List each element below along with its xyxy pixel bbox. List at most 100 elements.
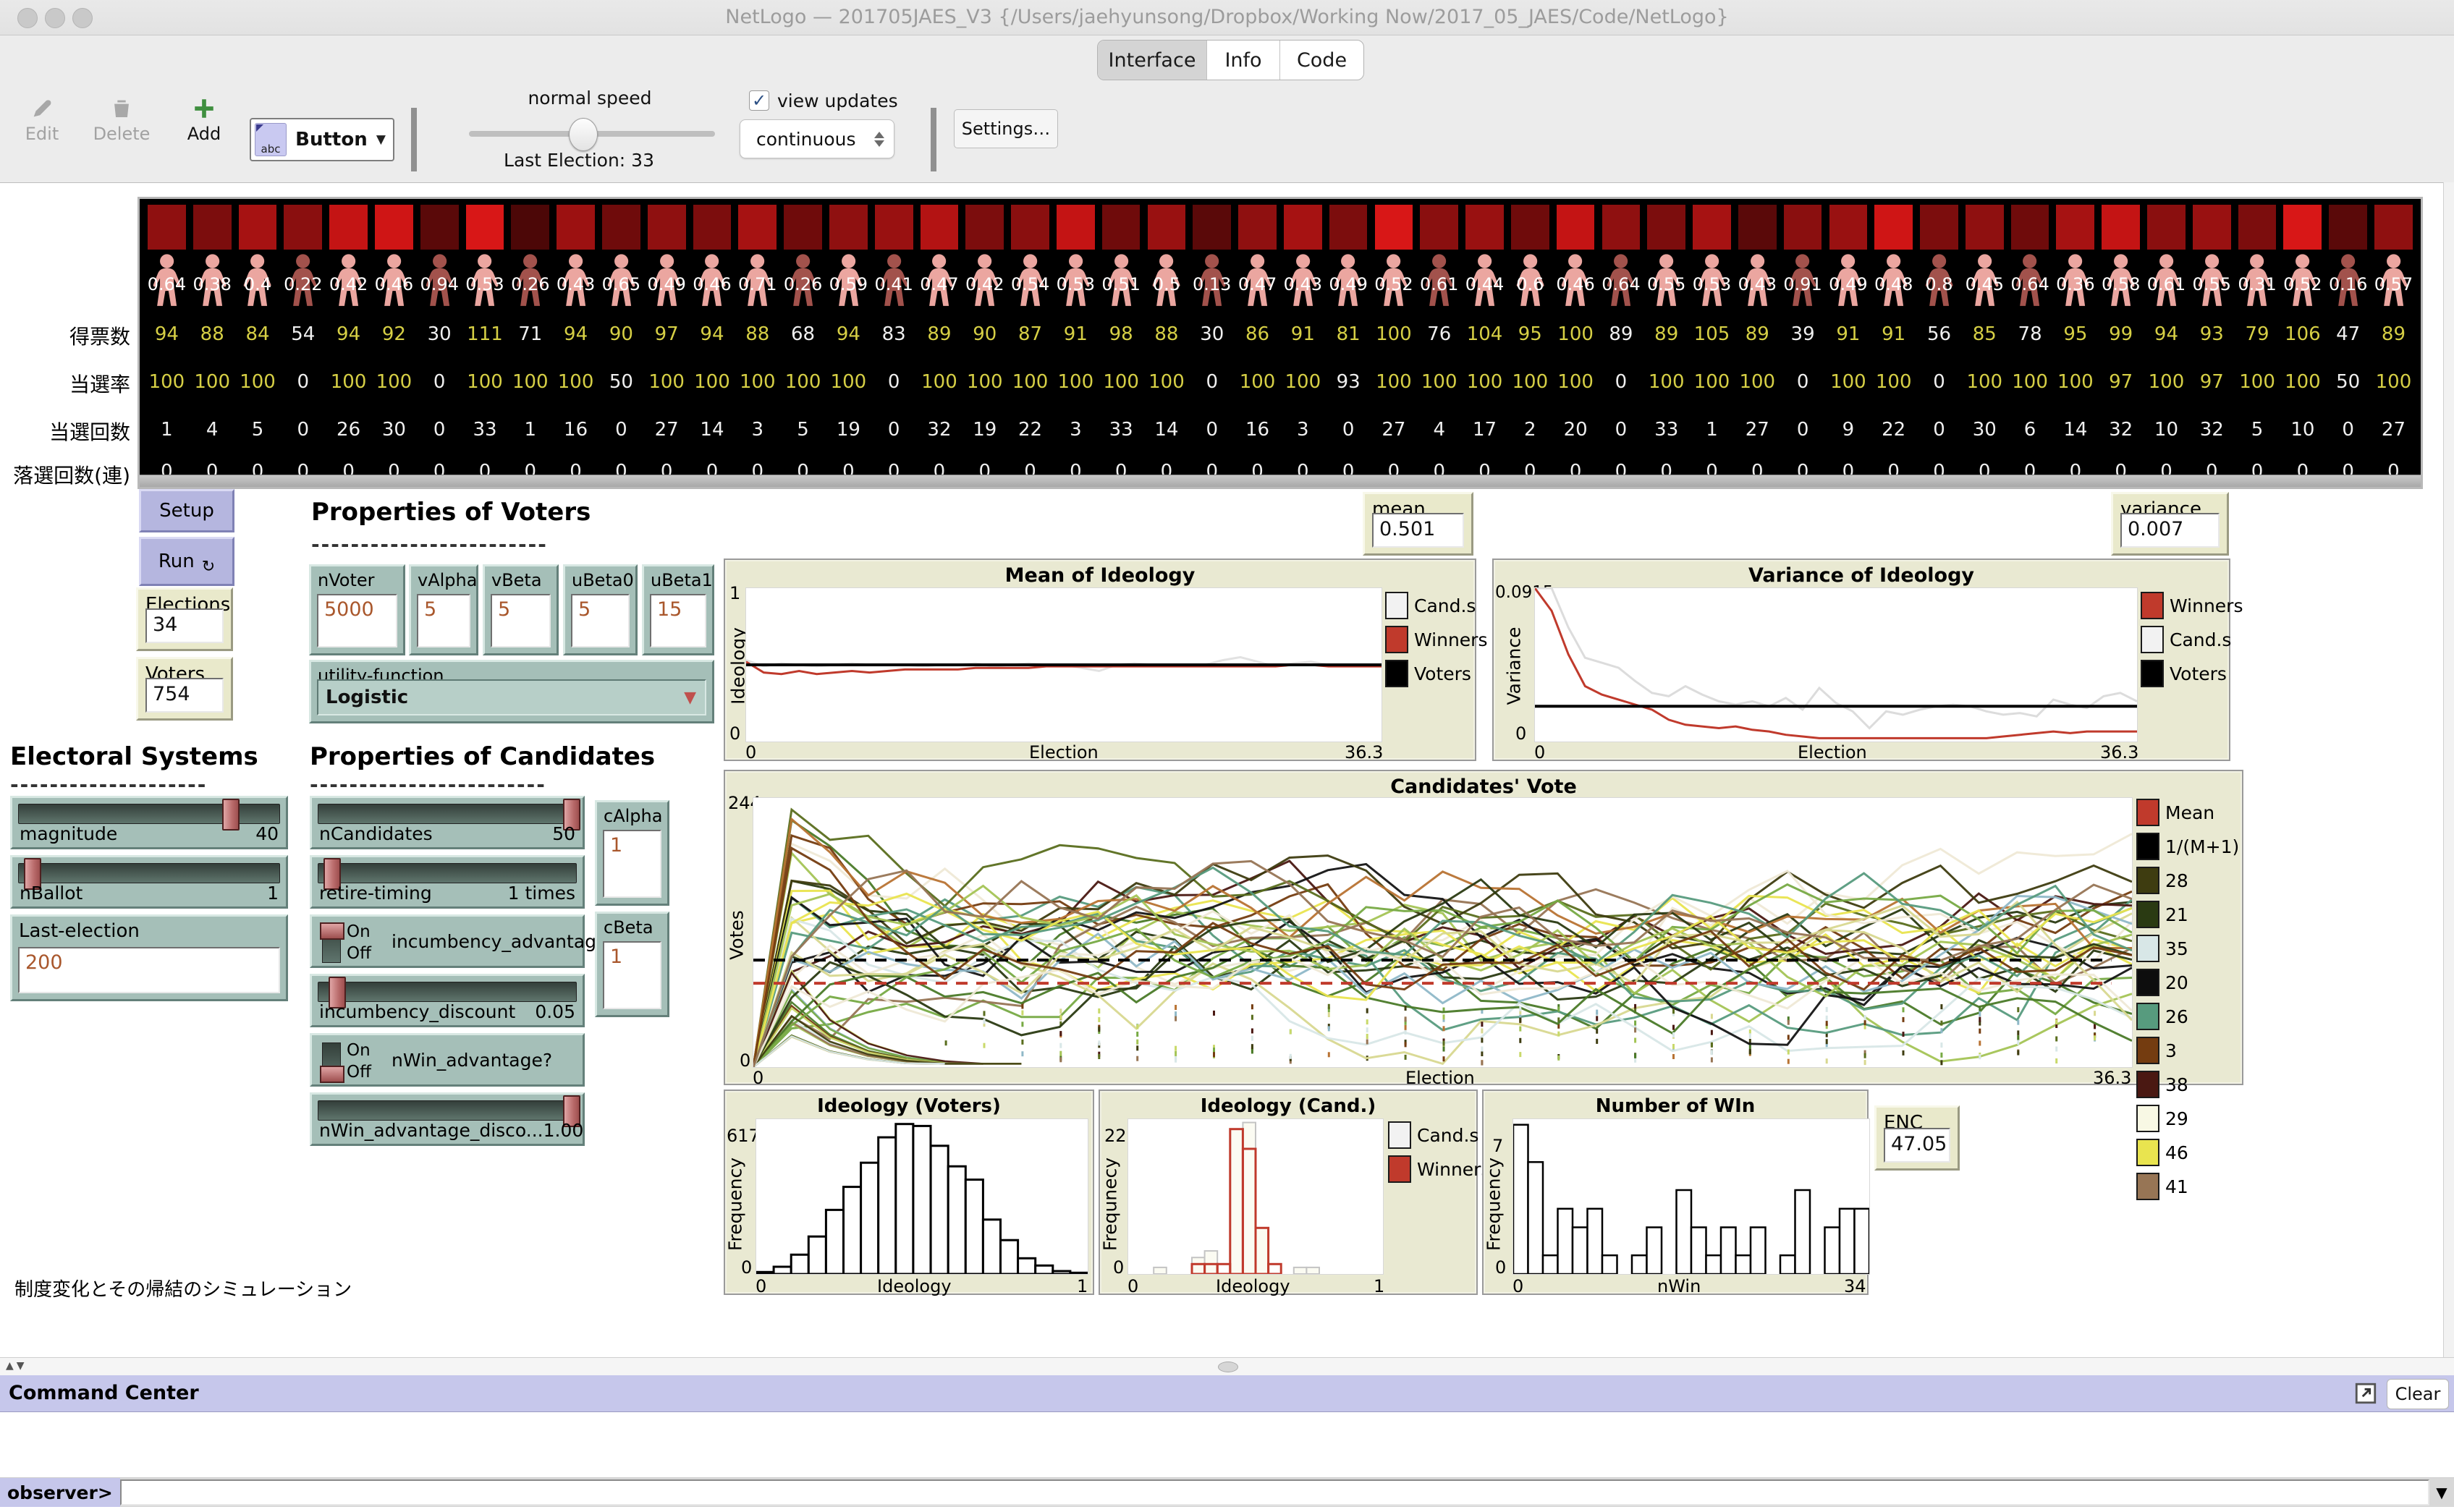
slider-track[interactable] bbox=[318, 804, 577, 824]
input-last-election[interactable]: Last-election 200 bbox=[10, 914, 288, 1001]
history-dropdown-icon[interactable]: ▼ bbox=[2429, 1478, 2454, 1507]
vertical-scrollbar[interactable] bbox=[2443, 182, 2454, 1357]
minimize-window-icon[interactable] bbox=[45, 8, 65, 28]
add-label: Add bbox=[187, 124, 221, 144]
input-ubeta0[interactable]: uBeta0 5 bbox=[563, 564, 638, 655]
plot-title: Variance of Ideology bbox=[1494, 564, 2229, 587]
run-button[interactable]: Run ↻ bbox=[139, 537, 234, 586]
input-value-box[interactable]: 5 bbox=[417, 594, 470, 647]
slider-label: magnitude bbox=[20, 823, 117, 844]
patch-square bbox=[2011, 205, 2049, 250]
input-value-box[interactable]: 5 bbox=[491, 594, 551, 647]
patch-square bbox=[1511, 205, 1549, 250]
clear-button[interactable]: Clear bbox=[2387, 1379, 2449, 1409]
world-view[interactable]: 0.6494100100.3888100400.484100500.225400… bbox=[137, 197, 2423, 489]
input-value-box[interactable]: 1 bbox=[603, 830, 661, 898]
input-ubeta1[interactable]: uBeta1 15 bbox=[642, 564, 714, 655]
input-value-box[interactable]: 5000 bbox=[317, 594, 397, 647]
tab-info[interactable]: Info bbox=[1207, 41, 1280, 80]
agent-columns: 0.6494100100.3888100400.484100500.225400… bbox=[144, 199, 2416, 475]
legend-item: Voters bbox=[2141, 660, 2243, 687]
chooser-utility-function[interactable]: utility-function Logistic ▼ bbox=[309, 660, 714, 723]
slider-nballot[interactable]: nBallot1 bbox=[10, 855, 288, 909]
view-updates-checkbox[interactable]: ✓ bbox=[749, 90, 769, 111]
slider-nwin-advantage-discount[interactable]: nWin_advantage_disco...1.00 bbox=[310, 1092, 585, 1146]
legend-item: 29 bbox=[2136, 1105, 2239, 1132]
switch-track[interactable] bbox=[322, 1042, 341, 1082]
tab-code[interactable]: Code bbox=[1280, 41, 1363, 80]
switch-handle[interactable] bbox=[320, 922, 344, 940]
patch-square bbox=[2329, 205, 2367, 250]
slider-track[interactable] bbox=[18, 804, 280, 824]
patch-square bbox=[511, 205, 549, 250]
legend-label: Cand.s bbox=[2170, 629, 2231, 650]
patch-square bbox=[148, 205, 186, 250]
slider-label: nWin_advantage_disco... bbox=[319, 1120, 543, 1141]
edit-button[interactable]: Edit bbox=[13, 96, 71, 144]
zoom-window-icon[interactable] bbox=[72, 8, 93, 28]
slider-value: 1.00 bbox=[543, 1120, 584, 1141]
row-label-lose-streak: 落選回数(連) bbox=[0, 460, 130, 489]
slider-magnitude[interactable]: magnitude40 bbox=[10, 796, 288, 849]
command-center-output[interactable] bbox=[0, 1412, 2454, 1478]
delete-button[interactable]: Delete bbox=[85, 96, 158, 144]
slider-track[interactable] bbox=[318, 1100, 577, 1121]
patch-square bbox=[693, 205, 732, 250]
detach-icon[interactable] bbox=[2353, 1381, 2378, 1406]
switch-label: incumbency_advantage? bbox=[392, 917, 578, 966]
patch-square bbox=[2147, 205, 2186, 250]
chooser-value-box[interactable]: Logistic ▼ bbox=[317, 679, 706, 715]
legend-swatch bbox=[2136, 1173, 2159, 1200]
legend: WinnersCand.sVoters bbox=[2141, 592, 2243, 694]
legend-item: Cand.s bbox=[1388, 1121, 1491, 1149]
slider-track[interactable] bbox=[318, 982, 577, 1002]
speed-slider-handle[interactable] bbox=[569, 118, 598, 151]
slider-incumbency-discount[interactable]: incumbency_discount0.05 bbox=[310, 974, 585, 1027]
switch-label: nWin_advantage? bbox=[392, 1035, 578, 1084]
setup-button[interactable]: Setup bbox=[139, 489, 234, 532]
horizontal-scrollbar[interactable] bbox=[140, 475, 2421, 487]
plot-area bbox=[745, 587, 1382, 742]
patch-square bbox=[1375, 205, 1413, 250]
clear-label: Clear bbox=[2395, 1384, 2441, 1404]
input-valpha[interactable]: vAlpha 5 bbox=[409, 564, 478, 655]
run-label: Run bbox=[158, 551, 195, 572]
plot-variance-of-ideology: Variance of Ideology 0.0915 0 Variance 0… bbox=[1492, 558, 2230, 761]
splitter-grip[interactable] bbox=[1218, 1362, 1238, 1372]
slider-retire-timing[interactable]: retire-timing1 times bbox=[310, 855, 585, 909]
close-window-icon[interactable] bbox=[17, 8, 38, 28]
input-nvoter[interactable]: nVoter 5000 bbox=[309, 564, 405, 655]
command-input[interactable] bbox=[120, 1479, 2429, 1505]
switch-nwin-advantage[interactable]: OnOff nWin_advantage? bbox=[310, 1033, 585, 1087]
forever-icon: ↻ bbox=[202, 558, 215, 576]
update-mode-select[interactable]: continuous bbox=[740, 119, 894, 158]
switch-handle[interactable] bbox=[320, 1066, 344, 1083]
splitter-arrows-icon[interactable]: ▲▼ bbox=[6, 1360, 27, 1372]
input-value-box[interactable]: 1 bbox=[603, 941, 661, 1009]
switch-track[interactable] bbox=[322, 924, 341, 963]
widget-type-dropdown[interactable]: abc Button ▼ bbox=[250, 118, 394, 161]
input-value-box[interactable]: 5 bbox=[571, 594, 630, 647]
slider-track[interactable] bbox=[318, 863, 577, 883]
legend-item: 28 bbox=[2136, 867, 2239, 894]
command-center-splitter[interactable]: ▲▼ bbox=[0, 1357, 2454, 1376]
input-value-box[interactable]: 200 bbox=[18, 947, 280, 993]
switch-incumbency-advantage[interactable]: OnOff incumbency_advantage? bbox=[310, 914, 585, 968]
window-title: NetLogo — 201705JAES_V3 {/Users/jaehyuns… bbox=[0, 0, 2454, 35]
legend-swatch bbox=[2136, 935, 2159, 962]
add-button[interactable]: Add bbox=[175, 96, 233, 144]
settings-button[interactable]: Settings… bbox=[954, 109, 1058, 148]
slider-track[interactable] bbox=[18, 863, 280, 883]
patch-square bbox=[2056, 205, 2094, 250]
patch-square bbox=[329, 205, 368, 250]
input-value-box[interactable]: 15 bbox=[650, 594, 706, 647]
monitor-voters: Voters 754 bbox=[136, 657, 233, 721]
input-label: cBeta bbox=[604, 917, 667, 938]
input-cbeta[interactable]: cBeta 1 bbox=[595, 912, 669, 1017]
tab-interface[interactable]: Interface bbox=[1098, 41, 1207, 80]
patch-square bbox=[2283, 205, 2322, 250]
patch-square bbox=[375, 205, 413, 250]
input-vbeta[interactable]: vBeta 5 bbox=[483, 564, 559, 655]
slider-ncandidates[interactable]: nCandidates50 bbox=[310, 796, 585, 849]
input-calpha[interactable]: cAlpha 1 bbox=[595, 800, 669, 906]
